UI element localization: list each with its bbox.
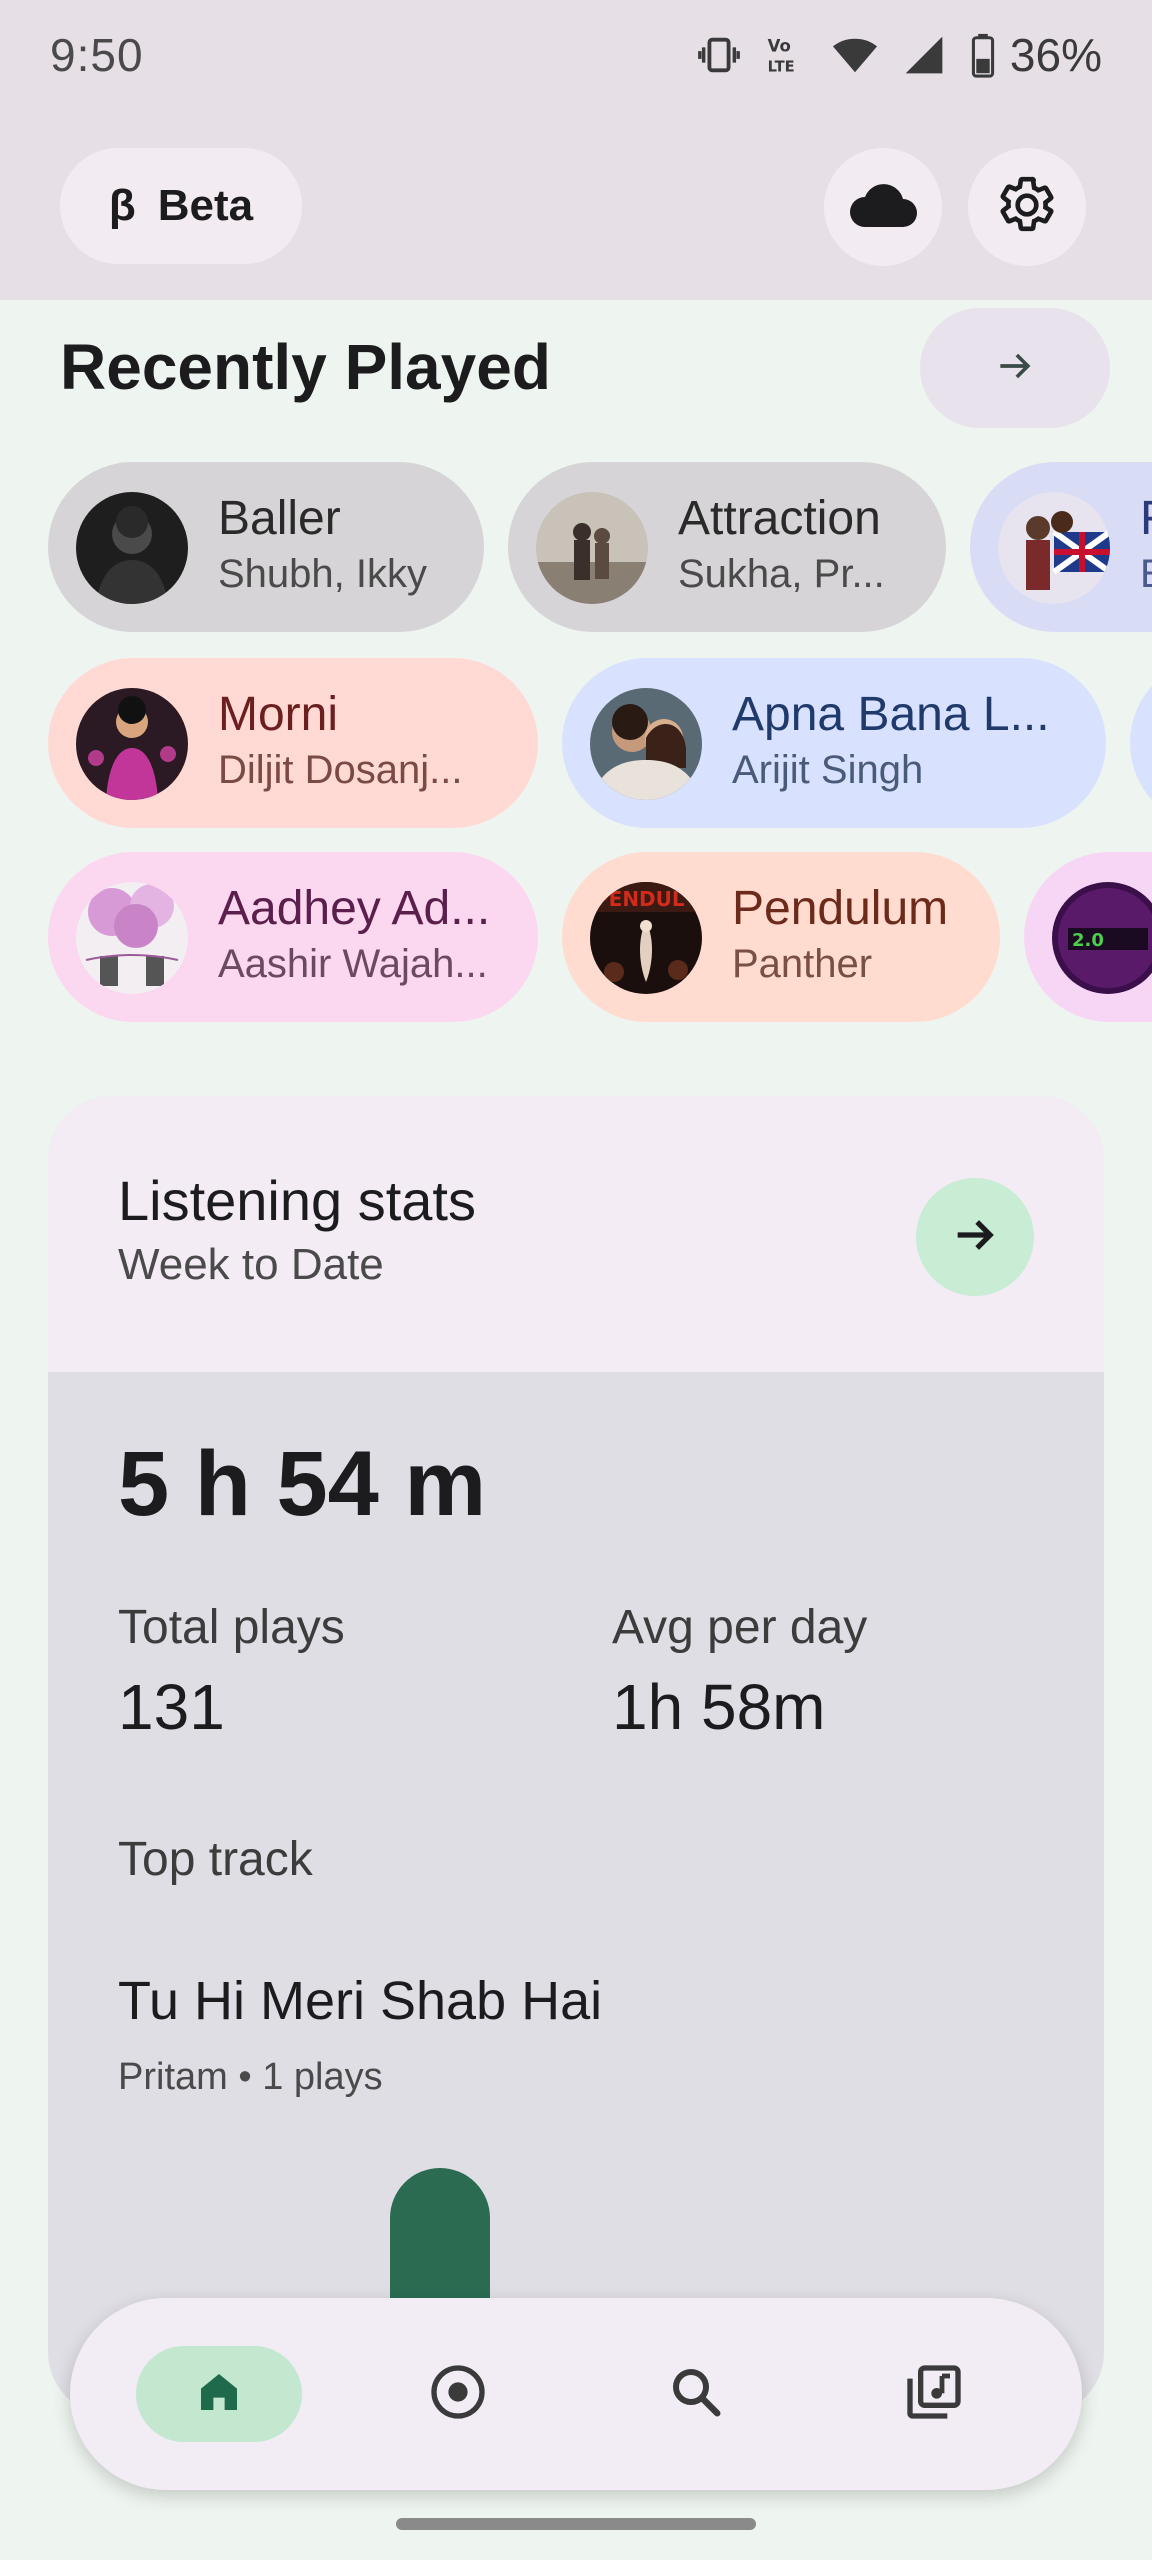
song-artist: Diljit Dosanj... — [218, 748, 463, 792]
recent-track-chip[interactable]: Attraction Sukha, Pr... — [508, 462, 946, 632]
song-artist: Sukha, Pr... — [678, 552, 885, 596]
main-content[interactable]: Recently Played Baller Shubh, Ikky Attra… — [0, 300, 1152, 2560]
nav-radio-button[interactable] — [410, 2346, 506, 2442]
top-track-meta: Pritam • 1 plays — [118, 2056, 383, 2098]
svg-text:LTE: LTE — [768, 59, 795, 76]
song-title: Aadhey Ad... — [218, 882, 491, 935]
album-art: PENDUL — [590, 882, 702, 994]
song-artist: E — [1140, 548, 1152, 600]
library-icon — [902, 2360, 966, 2429]
recent-track-chip[interactable]: 2.0 — [1024, 852, 1152, 1022]
recent-track-chip[interactable]: Apna Bana L... Arijit Singh — [562, 658, 1106, 828]
stats-open-button[interactable] — [916, 1178, 1034, 1296]
song-artist: Arijit Singh — [732, 748, 924, 792]
recent-track-chip[interactable]: F E — [970, 462, 1152, 632]
radio-icon — [426, 2360, 490, 2429]
song-title: Pendulum — [732, 882, 949, 935]
svg-text:PENDUL: PENDUL — [594, 887, 685, 911]
nav-home-button[interactable] — [136, 2346, 302, 2442]
recently-played-more-button[interactable] — [920, 308, 1110, 428]
beta-button[interactable]: β Beta — [60, 148, 302, 264]
top-track-label: Top track — [118, 1833, 313, 1886]
nav-library-button[interactable] — [886, 2346, 982, 2442]
recent-track-chip[interactable]: PENDUL Pendulum Panther — [562, 852, 1000, 1022]
arrow-right-icon — [993, 344, 1037, 393]
battery-icon — [968, 32, 998, 78]
top-area: 9:50 Vo LTE 36% β Beta — [0, 0, 1152, 300]
album-art — [536, 492, 648, 604]
battery-percent: 36% — [1009, 29, 1102, 81]
album-art — [76, 882, 188, 994]
recent-track-chip[interactable]: Aadhey Ad... Aashir Wajah... — [48, 852, 538, 1022]
beta-label: Beta — [157, 181, 254, 230]
arrow-right-icon — [949, 1209, 1001, 1266]
album-art — [998, 492, 1110, 604]
status-bar: 9:50 Vo LTE 36% — [0, 0, 1152, 110]
recently-played-title: Recently Played — [60, 331, 551, 403]
gear-icon — [996, 174, 1058, 241]
recent-track-chip[interactable]: Morni Diljit Dosanj... — [48, 658, 538, 828]
song-title: Attraction — [678, 492, 881, 545]
song-artist: Panther — [732, 942, 873, 986]
avg-per-day-value: 1h 58m — [612, 1671, 826, 1743]
total-plays-value: 131 — [118, 1671, 225, 1743]
search-icon — [666, 2362, 726, 2427]
nav-search-button[interactable] — [648, 2346, 744, 2442]
stats-subtitle: Week to Date — [118, 1240, 384, 1289]
album-art — [76, 492, 188, 604]
status-icons: Vo LTE 36% — [696, 29, 1102, 81]
settings-button[interactable] — [968, 148, 1086, 266]
signal-icon — [902, 32, 946, 78]
album-art — [76, 688, 188, 800]
top-track-title: Tu Hi Meri Shab Hai — [118, 1971, 603, 2031]
song-title: Apna Bana L... — [732, 688, 1050, 741]
bottom-navigation — [70, 2298, 1082, 2490]
beta-symbol: β — [108, 181, 136, 230]
total-listening-time: 5 h 54 m — [118, 1433, 487, 1535]
home-icon — [192, 2365, 246, 2424]
volte-icon: Vo LTE — [764, 32, 808, 78]
song-artist: Shubh, Ikky — [218, 552, 428, 596]
stats-header: Listening stats Week to Date — [48, 1096, 1104, 1372]
song-title: Baller — [218, 492, 341, 545]
song-artist: Aashir Wajah... — [218, 942, 488, 986]
gesture-handle[interactable] — [396, 2518, 756, 2530]
recent-track-chip[interactable]: Baller Shubh, Ikky — [48, 462, 484, 632]
stats-title: Listening stats — [118, 1169, 476, 1232]
svg-text:Vo: Vo — [768, 36, 791, 55]
cloud-sync-button[interactable] — [824, 148, 942, 266]
album-art: 2.0 — [1052, 882, 1152, 994]
stats-body: 5 h 54 m Total plays 131 Avg per day 1h … — [48, 1372, 1104, 2416]
svg-text:2.0: 2.0 — [1072, 930, 1104, 951]
cloud-icon — [847, 179, 919, 236]
album-art — [590, 688, 702, 800]
status-time: 9:50 — [50, 29, 144, 81]
total-plays-label: Total plays — [118, 1601, 345, 1654]
listening-stats-card[interactable]: Listening stats Week to Date 5 h 54 m To… — [48, 1096, 1104, 2416]
recent-track-chip[interactable] — [1130, 658, 1152, 828]
vibrate-icon — [696, 32, 742, 78]
wifi-icon — [830, 32, 880, 78]
song-title: Morni — [218, 688, 339, 741]
avg-per-day-label: Avg per day — [612, 1601, 868, 1654]
song-title: F — [1140, 490, 1152, 548]
